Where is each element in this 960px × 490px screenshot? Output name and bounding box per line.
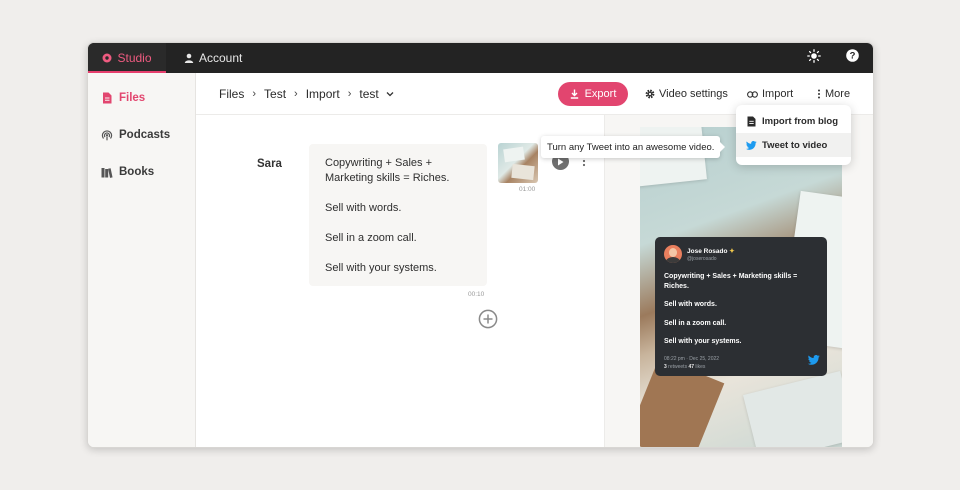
menu-item-tweet-to-video[interactable]: Tweet to video xyxy=(736,133,851,157)
tweet-author-name: Jose Rosado xyxy=(687,247,728,255)
tweet-retweet-count: 3 xyxy=(664,363,667,370)
video-settings-label: Video settings xyxy=(659,88,728,100)
sparkle-icon: ✦ xyxy=(729,247,735,255)
tweet-datetime: 08:22 pm · Dec 25, 2022 xyxy=(664,355,720,362)
tweet-paragraph: Sell with your systems. xyxy=(664,338,742,345)
menu-item-label: Import from blog xyxy=(762,115,838,127)
text-paragraph[interactable]: Sell with your systems. xyxy=(325,261,471,276)
top-bar: Studio Account ? xyxy=(88,43,873,73)
tab-studio[interactable]: Studio xyxy=(88,43,166,73)
sidebar-item-label: Books xyxy=(119,166,155,178)
speaker-name[interactable]: Sara xyxy=(257,158,282,170)
chevron-right-icon: › xyxy=(347,88,352,100)
tweet-paragraph: Sell with words. xyxy=(664,301,717,308)
tab-account-label: Account xyxy=(199,51,243,65)
tweet-like-count: 47 xyxy=(688,363,695,370)
text-paragraph[interactable]: Sell in a zoom call. xyxy=(325,231,471,246)
text-duration: 00:10 xyxy=(468,291,485,298)
twitter-icon xyxy=(807,352,820,370)
user-icon xyxy=(184,53,194,63)
tweet-stats: 3 retweets 47 likes xyxy=(664,364,818,370)
more-label: More xyxy=(825,88,851,100)
help-icon: ? xyxy=(846,49,859,67)
tweet-handle: @joserosado xyxy=(687,255,717,262)
twitter-icon xyxy=(745,140,757,150)
tab-studio-label: Studio xyxy=(117,51,152,65)
tweet-paragraph: Sell in a zoom call. xyxy=(664,319,727,327)
chevron-right-icon: › xyxy=(252,88,257,100)
video-settings-button[interactable]: Video settings xyxy=(645,73,728,115)
thumbnail-paper xyxy=(503,146,525,163)
breadcrumb: Files › Test › Import › test xyxy=(219,73,394,115)
add-block-button[interactable] xyxy=(478,309,498,329)
thumbnail-paper xyxy=(511,163,535,181)
plus-circle-icon xyxy=(478,309,498,329)
breadcrumb-item-current[interactable]: test xyxy=(359,87,378,101)
avatar xyxy=(664,245,682,263)
sidebar: Files Podcasts Books xyxy=(88,73,196,447)
tweet-card: Jose Rosado ✦ @joserosado Copywriting + … xyxy=(655,237,827,376)
menu-item-import-from-blog[interactable]: Import from blog xyxy=(736,109,851,133)
menu-item-label: Tweet to video xyxy=(762,139,828,151)
export-label: Export xyxy=(584,88,617,100)
podcast-icon xyxy=(101,129,113,141)
transcript-editor: Sara Copywriting + Sales + Marketing ski… xyxy=(196,115,605,447)
tab-account[interactable]: Account xyxy=(184,43,242,73)
sidebar-item-label: Files xyxy=(119,92,146,104)
sidebar-item-label: Podcasts xyxy=(119,129,171,141)
more-vertical-icon xyxy=(817,89,821,99)
text-paragraph[interactable]: Copywriting + Sales + Marketing skills =… xyxy=(325,156,471,186)
sidebar-item-books[interactable]: Books xyxy=(101,166,154,178)
tweet-retweet-label: retweets xyxy=(668,363,688,370)
import-label: Import xyxy=(762,88,794,100)
studio-icon xyxy=(102,53,112,63)
chevron-right-icon: › xyxy=(294,88,298,100)
clip-thumbnail[interactable] xyxy=(498,143,538,183)
text-paragraph[interactable]: Sell with words. xyxy=(325,201,471,216)
tweet-to-video-tooltip: Turn any Tweet into an awesome video. xyxy=(541,136,726,158)
help-button[interactable]: ? xyxy=(846,43,859,73)
file-icon xyxy=(101,92,113,104)
theme-toggle-button[interactable] xyxy=(807,43,821,73)
gear-icon xyxy=(645,89,655,99)
app-window: Studio Account ? Files Podcasts Books Fi… xyxy=(87,42,874,448)
clip-duration: 01:00 xyxy=(519,186,536,193)
tooltip-text: Turn any Tweet into an awesome video. xyxy=(547,141,715,153)
export-button[interactable]: Export xyxy=(558,82,628,106)
video-preview[interactable]: Jose Rosado ✦ @joserosado Copywriting + … xyxy=(640,127,842,447)
breadcrumb-item[interactable]: Test xyxy=(264,87,286,101)
chevron-down-icon[interactable] xyxy=(386,91,394,97)
tweet-paragraph: Copywriting + Sales + Marketing skills =… xyxy=(664,273,798,290)
import-dropdown-menu: Import from blog Tweet to video xyxy=(736,105,851,165)
sidebar-item-podcasts[interactable]: Podcasts xyxy=(101,129,170,141)
breadcrumb-item[interactable]: Files xyxy=(219,87,244,101)
background-paper xyxy=(743,370,842,447)
text-block[interactable]: Copywriting + Sales + Marketing skills =… xyxy=(309,144,487,286)
book-icon xyxy=(101,167,113,178)
svg-text:?: ? xyxy=(850,51,856,62)
sidebar-item-files[interactable]: Files xyxy=(101,92,145,104)
tweet-body: Copywriting + Sales + Marketing skills =… xyxy=(664,272,818,347)
tweet-header: Jose Rosado ✦ @joserosado xyxy=(664,245,818,263)
tweet-author: Jose Rosado ✦ xyxy=(687,247,735,255)
breadcrumb-item[interactable]: Import xyxy=(306,87,340,101)
tweet-like-label: likes xyxy=(695,363,706,370)
sun-icon xyxy=(807,48,821,68)
download-icon xyxy=(570,89,579,99)
document-icon xyxy=(745,116,757,127)
link-icon xyxy=(747,90,758,98)
play-icon xyxy=(558,158,564,165)
